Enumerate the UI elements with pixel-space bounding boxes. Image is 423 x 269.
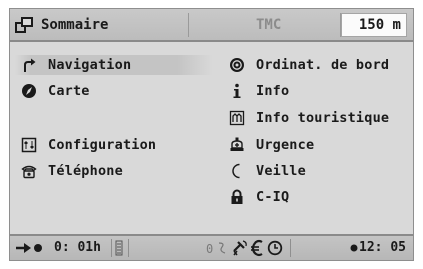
configuration-icon [20, 136, 38, 154]
tourist-info-icon [228, 109, 246, 127]
menu-item-ordinateur-de-bord[interactable]: Ordinat. de bord [228, 55, 389, 75]
menu-item-urgence[interactable]: Urgence [228, 135, 314, 155]
clock-icon [267, 240, 283, 256]
menu-item-carte[interactable]: Carte [20, 81, 90, 101]
divider [128, 239, 129, 257]
page-title: Sommaire [41, 17, 109, 33]
info-icon [228, 82, 246, 100]
menu-item-label: Téléphone [48, 163, 123, 179]
padlock-icon [228, 188, 246, 206]
divider [188, 13, 189, 37]
menu-item-info-touristique[interactable]: Info touristique [228, 108, 389, 128]
menu-item-veille[interactable]: Veille [228, 161, 306, 181]
signal-level-icon [115, 240, 123, 256]
menu-item-label: Navigation [48, 57, 132, 73]
trip-computer-icon [228, 56, 246, 74]
menu-item-navigation[interactable]: Navigation [15, 55, 213, 75]
menu-windows-icon [15, 17, 33, 33]
tmc-indicator: TMC [256, 17, 282, 33]
menu-item-label: Urgence [256, 137, 315, 153]
travel-time: 0: 01h [54, 240, 101, 255]
navigation-turn-icon [20, 56, 38, 74]
gps-satellite-icon [233, 240, 247, 256]
distance-display: 150 m [341, 13, 407, 37]
menu-item-telephone[interactable]: Téléphone [20, 161, 123, 181]
traffic-count: 0 [206, 242, 214, 256]
route-arrow-icon [16, 243, 42, 253]
menu-item-label: Info [256, 83, 290, 99]
menu-item-c-iq[interactable]: C-IQ [228, 187, 289, 207]
menu-item-label: Ordinat. de bord [256, 57, 390, 73]
menu-item-label: Veille [256, 163, 306, 179]
euro-icon [251, 239, 263, 257]
divider [111, 239, 112, 257]
standby-moon-icon [228, 162, 246, 180]
top-bar: Sommaire TMC 150 m [10, 9, 413, 42]
nav-screen: Sommaire TMC 150 m Navigation Carte Conf… [9, 8, 414, 261]
menu-item-info[interactable]: Info [228, 81, 289, 101]
menu-item-label: Info touristique [256, 110, 390, 126]
telephone-icon [20, 162, 38, 180]
traffic-sign-icon [218, 242, 226, 254]
map-compass-icon [20, 82, 38, 100]
menu-item-label: Configuration [48, 137, 157, 153]
current-time: 12: 05 [359, 240, 406, 255]
bullet-dot-icon [350, 244, 358, 252]
divider [290, 239, 291, 257]
menu-item-label: C-IQ [256, 189, 290, 205]
menu-item-label: Carte [48, 83, 90, 99]
status-bar: 0: 01h 0 12: 05 [10, 234, 413, 260]
menu-item-configuration[interactable]: Configuration [20, 135, 156, 155]
emergency-icon [228, 136, 246, 154]
